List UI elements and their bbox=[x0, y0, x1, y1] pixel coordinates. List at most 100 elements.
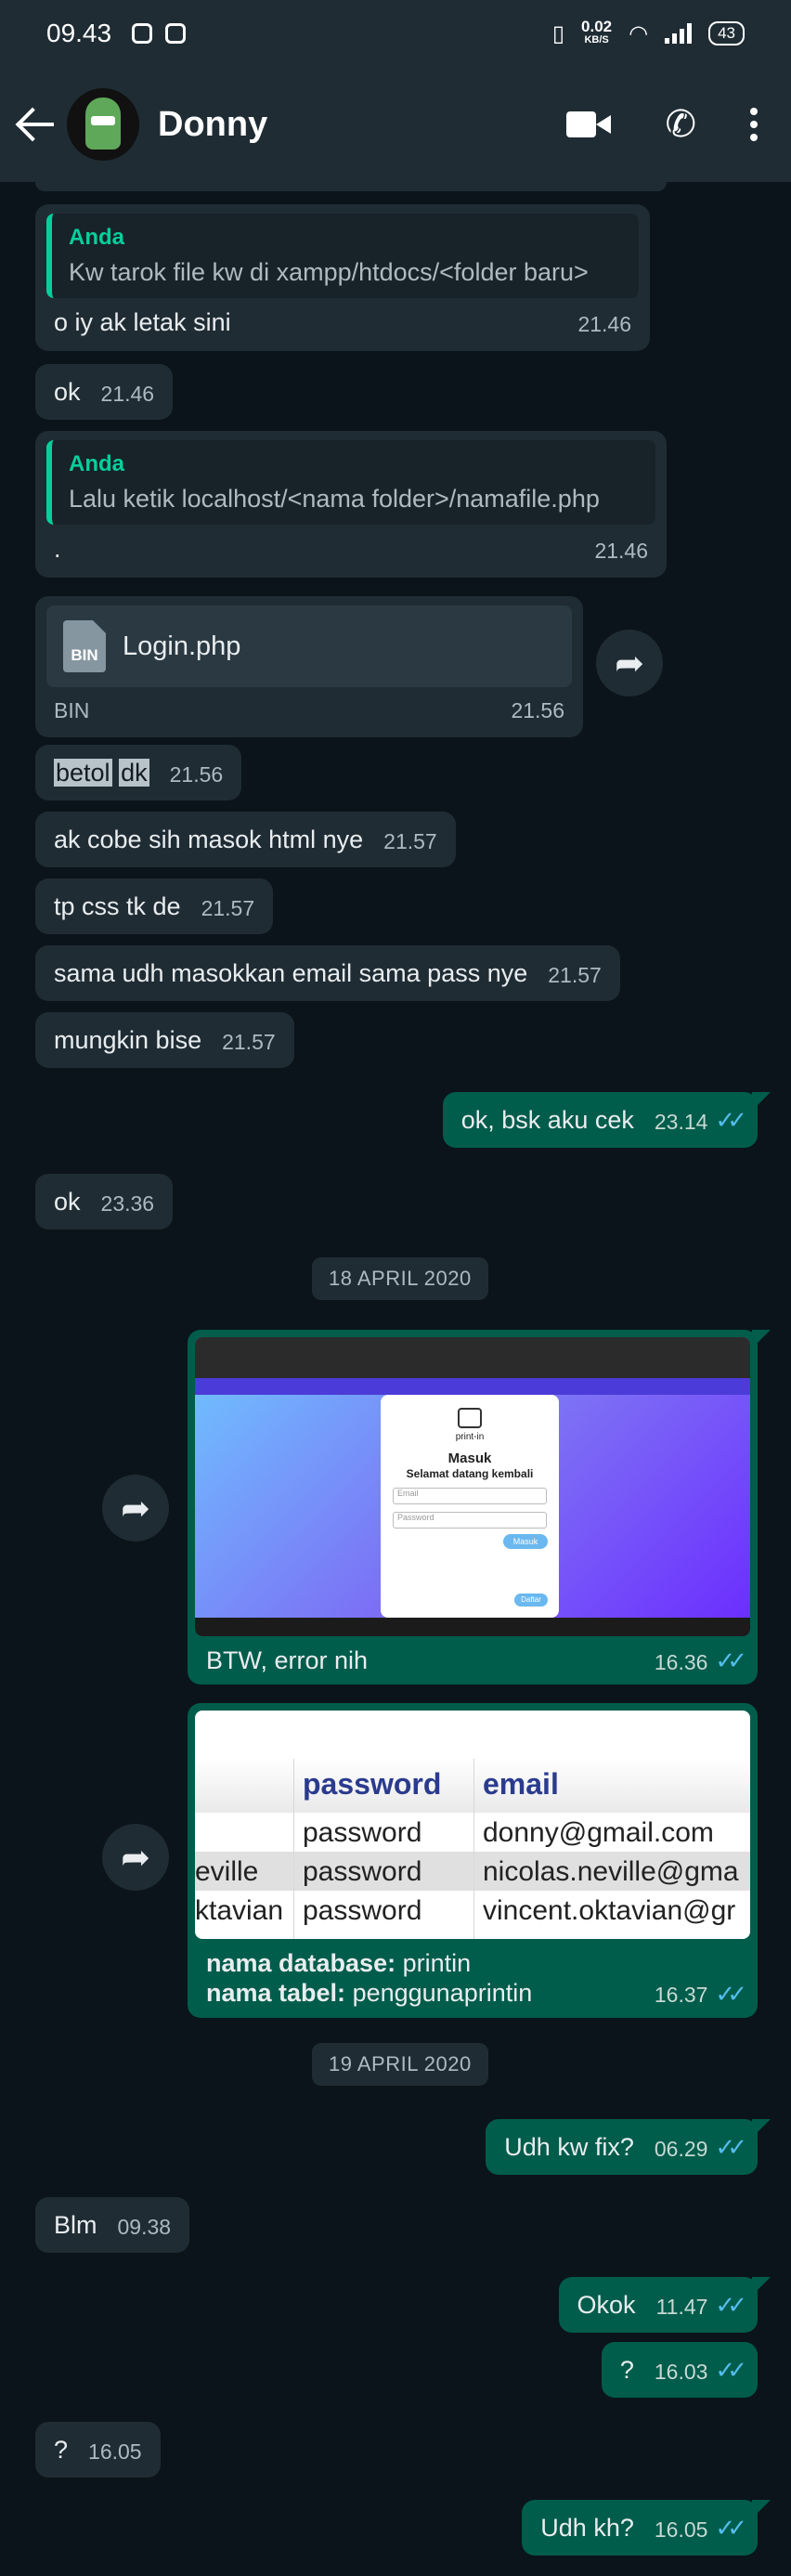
message-text: ? bbox=[619, 2356, 634, 2384]
read-ticks-icon: ✓✓ bbox=[715, 2514, 746, 2543]
table-cell: ktavian bbox=[195, 1895, 284, 1926]
message-text: tp css tk de bbox=[54, 892, 181, 920]
chat-area[interactable]: Anda Kw tarok file kw di xampp/htdocs/<f… bbox=[0, 182, 791, 2576]
message-time: 21.57 bbox=[222, 1029, 276, 1054]
table-cell: eville bbox=[195, 1856, 259, 1887]
message-time: 23.36 bbox=[100, 1190, 155, 1216]
avatar[interactable] bbox=[67, 88, 139, 161]
message-time: 23.14 bbox=[654, 1109, 708, 1134]
status-time: 09.43 bbox=[46, 19, 112, 47]
message-time: 16.05 bbox=[88, 2439, 142, 2464]
table-screenshot-image[interactable]: password email password donny@gmail.com … bbox=[195, 1711, 750, 1939]
message-time: 21.57 bbox=[383, 828, 437, 853]
message-incoming[interactable]: ak cobe sih masok html nye 21.57 bbox=[35, 812, 456, 868]
message-outgoing[interactable]: Udh kw fix? 06.29 ✓✓ bbox=[486, 2119, 771, 2176]
phone-call-icon[interactable]: ✆ bbox=[665, 106, 696, 143]
message-text: Udh kw fix? bbox=[504, 2133, 634, 2161]
quote-text: Kw tarok file kw di xampp/htdocs/<folder… bbox=[69, 257, 589, 286]
date-separator: 18 APRIL 2020 bbox=[312, 1257, 488, 1300]
highlighted-word: betol bbox=[54, 759, 112, 787]
message-time: 21.56 bbox=[511, 698, 564, 722]
message-incoming-reply[interactable]: Anda Lalu ketik localhost/<nama folder>/… bbox=[35, 431, 667, 578]
message-incoming[interactable]: sama udh masokkan email sama pass nye 21… bbox=[35, 945, 620, 1002]
message-outgoing[interactable]: Udh kh? 16.05 ✓✓ bbox=[522, 2500, 771, 2556]
modal-signup-button: Daftar bbox=[514, 1594, 548, 1607]
screenshot-image[interactable]: print-in Masuk Selamat datang kembali Em… bbox=[195, 1337, 750, 1636]
file-bin-icon: BIN bbox=[63, 620, 106, 672]
wifi-icon: ◠ bbox=[629, 20, 649, 46]
message-outgoing[interactable]: ok, bsk aku cek 23.14 ✓✓ bbox=[442, 1092, 772, 1149]
message-time: 21.57 bbox=[201, 895, 255, 920]
more-options-icon[interactable] bbox=[750, 108, 758, 141]
forward-icon[interactable]: ➦ bbox=[596, 630, 663, 696]
forward-icon[interactable]: ➦ bbox=[102, 1475, 169, 1542]
file-name: Login.php bbox=[123, 631, 241, 661]
message-text: Udh kh? bbox=[540, 2514, 634, 2542]
message-incoming[interactable]: ok 23.36 bbox=[35, 1174, 174, 1230]
read-ticks-icon: ✓✓ bbox=[715, 1106, 746, 1135]
message-time: 21.46 bbox=[577, 311, 631, 336]
battery-indicator: 43 bbox=[708, 21, 745, 46]
network-speed: 0.02 KB/S bbox=[581, 18, 613, 46]
message-time: 16.37 bbox=[654, 1983, 708, 2008]
status-bar: 09.43 ▯ 0.02 KB/S ◠ 43 bbox=[0, 0, 791, 67]
date-separator: 19 APRIL 2020 bbox=[312, 2043, 488, 2086]
error-banner bbox=[195, 1378, 750, 1395]
message-incoming[interactable]: Blm 09.38 bbox=[35, 2197, 190, 2254]
message-text: ok bbox=[54, 1188, 81, 1216]
message-text: ak cobe sih masok html nye bbox=[54, 826, 364, 853]
read-ticks-icon: ✓✓ bbox=[715, 2291, 746, 2320]
contact-name[interactable]: Donny bbox=[158, 105, 267, 145]
message-file[interactable]: BIN Login.php BIN 21.56 bbox=[35, 596, 583, 737]
message-text: . bbox=[54, 535, 61, 564]
taskbar bbox=[195, 1618, 750, 1636]
message-time: 06.29 bbox=[654, 2136, 708, 2161]
table-cell: password bbox=[303, 1895, 422, 1926]
message-text: ok bbox=[54, 378, 81, 406]
forward-icon[interactable]: ➦ bbox=[102, 1824, 169, 1891]
quote-text: Lalu ketik localhost/<nama folder>/namaf… bbox=[69, 484, 600, 513]
message-text: ok, bsk aku cek bbox=[460, 1106, 634, 1134]
modal-subtitle: Selamat datang kembali bbox=[406, 1467, 534, 1480]
table-header: email bbox=[483, 1767, 559, 1801]
message-incoming-reply[interactable]: Anda Kw tarok file kw di xampp/htdocs/<f… bbox=[35, 204, 650, 351]
message-time: 16.36 bbox=[654, 1649, 708, 1674]
message-incoming[interactable]: betol dk 21.56 bbox=[35, 745, 242, 801]
message-time: 21.46 bbox=[594, 538, 648, 563]
message-outgoing-image[interactable]: password email password donny@gmail.com … bbox=[188, 1703, 758, 2018]
message-time: 09.38 bbox=[117, 2214, 172, 2239]
message-incoming[interactable]: ? 16.05 bbox=[35, 2422, 161, 2478]
message-text: ? bbox=[54, 2436, 69, 2464]
back-arrow-icon[interactable] bbox=[15, 104, 56, 145]
notification-icon bbox=[165, 23, 187, 44]
chat-header: Donny ✆ bbox=[0, 67, 791, 182]
message-time: 11.47 bbox=[655, 2294, 708, 2319]
file-attachment[interactable]: BIN Login.php bbox=[46, 605, 572, 687]
message-incoming[interactable]: mungkin bise 21.57 bbox=[35, 1012, 294, 1069]
message-outgoing-image[interactable]: print-in Masuk Selamat datang kembali Em… bbox=[188, 1330, 771, 1685]
message-text: Blm bbox=[54, 2211, 97, 2239]
caption-line: nama tabel: penggunaprintin bbox=[206, 1979, 533, 2008]
table-cell: donny@gmail.com bbox=[483, 1817, 714, 1848]
message-outgoing[interactable]: Okok 11.47 ✓✓ bbox=[558, 2277, 772, 2334]
message-text: mungkin bise bbox=[54, 1026, 202, 1054]
modal-email-field: Email bbox=[393, 1488, 547, 1505]
modal-login-button: Masuk bbox=[503, 1534, 548, 1549]
read-ticks-icon: ✓✓ bbox=[715, 2356, 746, 2385]
signal-icon bbox=[665, 23, 693, 44]
modal-title: Masuk bbox=[447, 1451, 492, 1466]
table-cell: password bbox=[303, 1856, 422, 1887]
video-call-icon[interactable] bbox=[566, 111, 612, 137]
file-type: BIN bbox=[54, 698, 90, 722]
message-incoming[interactable]: tp css tk de 21.57 bbox=[35, 878, 274, 935]
message-outgoing[interactable]: ? 16.03 ✓✓ bbox=[601, 2342, 758, 2399]
previous-message-edge bbox=[35, 182, 667, 191]
quoted-message[interactable]: Anda Kw tarok file kw di xampp/htdocs/<f… bbox=[46, 214, 639, 299]
quote-author: Anda bbox=[69, 225, 124, 250]
table-header: password bbox=[303, 1767, 442, 1801]
message-text: Okok bbox=[577, 2291, 636, 2319]
message-text: betol dk bbox=[54, 758, 149, 787]
quoted-message[interactable]: Anda Lalu ketik localhost/<nama folder>/… bbox=[46, 440, 655, 526]
image-caption: BTW, error nih bbox=[206, 1646, 369, 1674]
message-incoming[interactable]: ok 21.46 bbox=[35, 364, 174, 421]
